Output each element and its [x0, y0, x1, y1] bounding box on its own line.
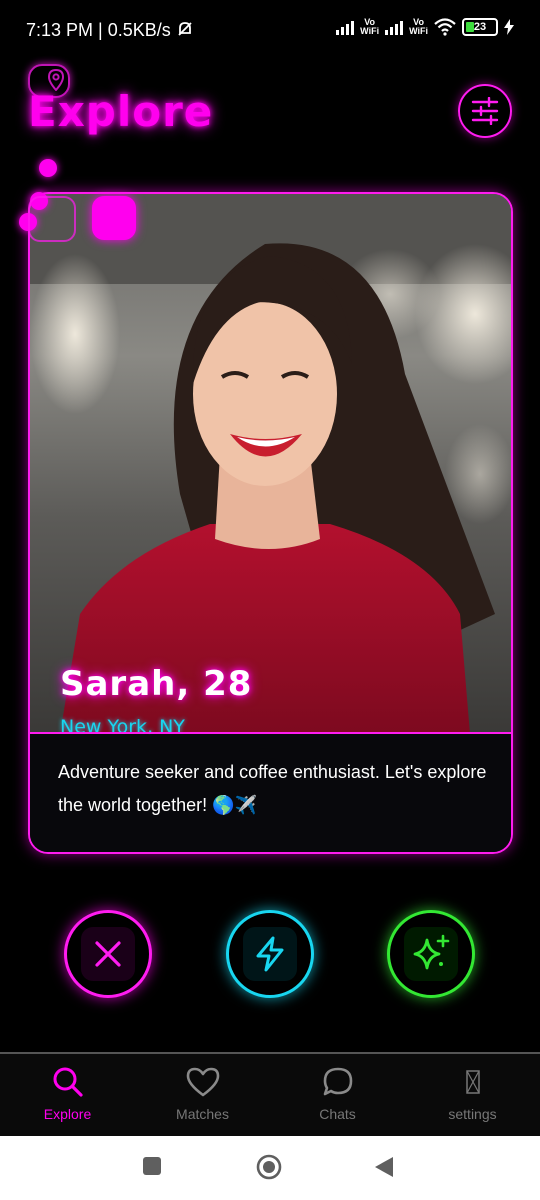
heart-icon — [186, 1067, 219, 1097]
decorative-dot — [39, 159, 57, 177]
decorative-square-solid — [92, 196, 136, 240]
home-button[interactable] — [256, 1154, 282, 1180]
nav-label: Explore — [43, 1106, 92, 1122]
wifi-icon — [434, 18, 456, 36]
mute-bell-icon — [178, 22, 192, 36]
battery-icon: 23 — [462, 18, 498, 36]
lightning-bolt-icon — [256, 936, 284, 972]
sparkles-icon — [413, 934, 450, 970]
chat-bubble-icon — [323, 1067, 352, 1096]
page-title: Explore — [28, 87, 214, 136]
status-icons: Vo WiFi Vo WiFi 23 — [178, 17, 514, 36]
decorative-square-outline — [28, 196, 76, 242]
nav-label: Matches — [176, 1106, 229, 1122]
profile-photo — [30, 194, 511, 734]
bio-panel: Adventure seeker and coffee enthusiast. … — [30, 732, 511, 852]
nav-label: settings — [448, 1106, 497, 1122]
filter-button[interactable] — [458, 84, 512, 138]
vowifi-label-2: Vo WiFi — [409, 17, 428, 36]
recent-apps-button[interactable] — [142, 1156, 162, 1176]
status-time: 7:13 PM | 0.5KB/s — [26, 20, 171, 40]
search-icon — [53, 1067, 83, 1097]
nav-item-settings[interactable]: settings — [405, 1054, 540, 1136]
nav-item-explore[interactable]: Explore — [0, 1054, 135, 1136]
super-like-button[interactable] — [387, 910, 475, 998]
charging-bolt-icon — [504, 19, 514, 35]
nav-item-matches[interactable]: Matches — [135, 1054, 270, 1136]
profile-name: Sarah, 28 — [60, 664, 253, 704]
back-button[interactable] — [374, 1156, 394, 1178]
close-icon — [95, 941, 121, 967]
nav-label: Chats — [319, 1106, 356, 1122]
vowifi-label: Vo WiFi — [360, 17, 380, 36]
status-bar: 7:13 PM | 0.5KB/s Vo WiFi Vo WiFi 23 — [0, 0, 540, 60]
boost-button[interactable] — [226, 910, 314, 998]
profile-bio: Adventure seeker and coffee enthusiast. … — [58, 762, 487, 815]
nav-item-chats[interactable]: Chats — [270, 1054, 405, 1136]
dislike-button[interactable] — [64, 910, 152, 998]
battery-level: 23 — [473, 21, 487, 33]
sliders-icon — [471, 97, 499, 125]
system-nav-bar — [0, 1136, 540, 1200]
profile-card[interactable]: Sarah, 28 New York, NY Adventure seeker … — [28, 192, 513, 854]
signal-icon — [336, 19, 355, 35]
signal-icon-2 — [385, 19, 404, 35]
missing-glyph-icon — [465, 1070, 480, 1094]
bottom-nav: Explore Matches Chats settings — [0, 1052, 540, 1136]
